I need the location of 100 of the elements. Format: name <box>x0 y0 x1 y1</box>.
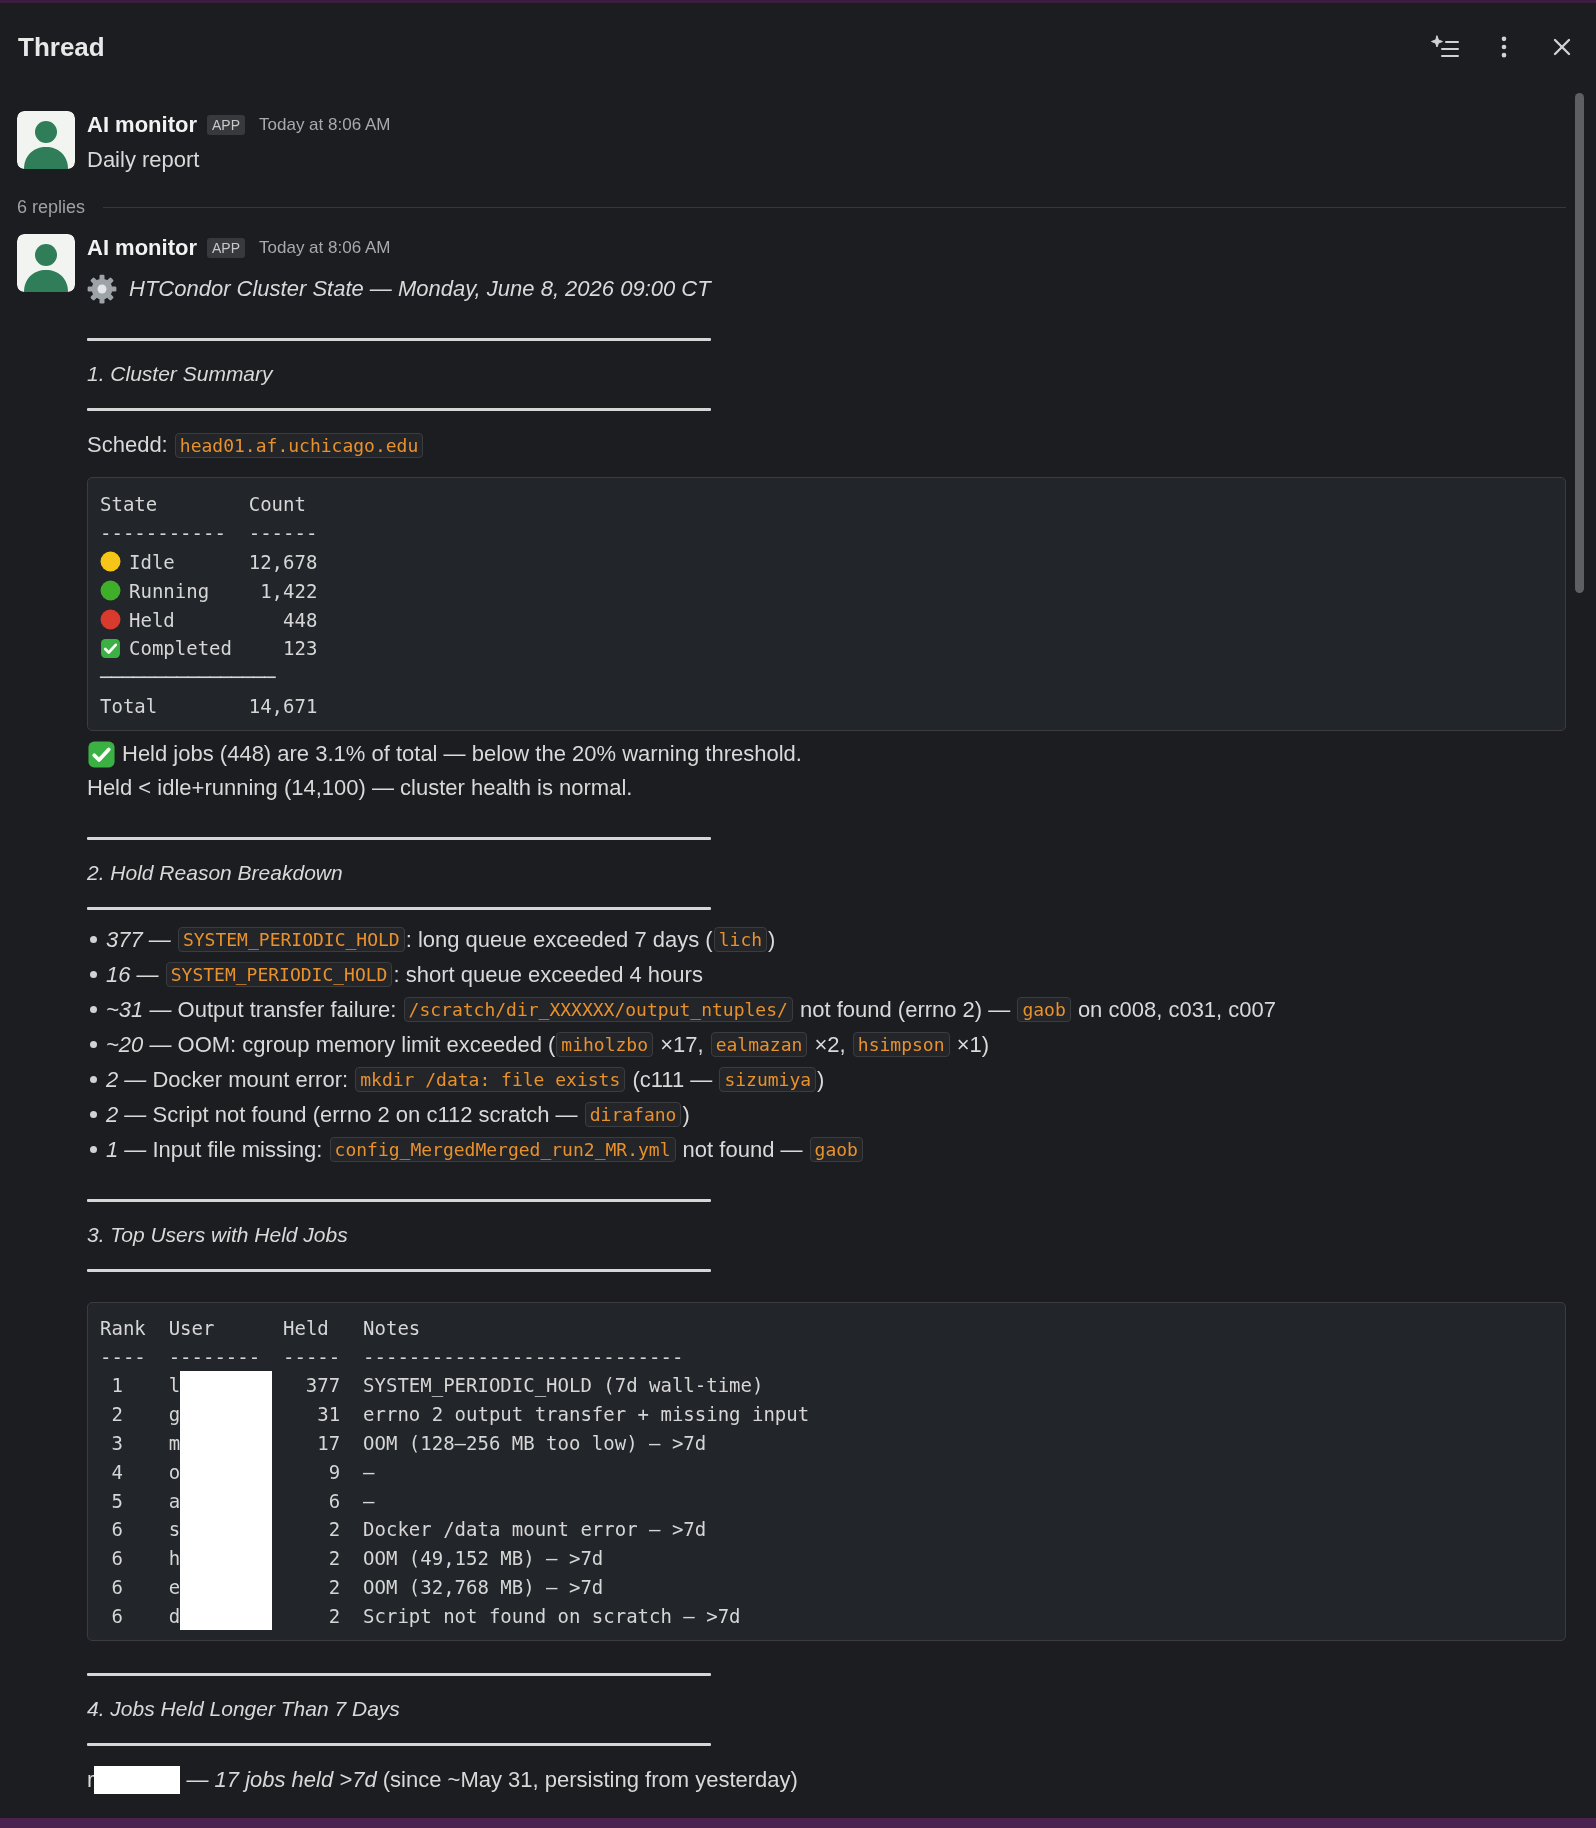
user-cell: o <box>168 1460 181 1483</box>
count-text: 16 — <box>106 961 160 988</box>
count-text: 2 — <box>106 1066 148 1093</box>
column-header: State <box>100 493 159 516</box>
replies-count[interactable]: 6 replies <box>17 197 86 218</box>
message-text: (since ~May 31, persisting from yesterday) <box>381 1767 798 1794</box>
message-text: OOM: cgroup memory limit exceeded ( <box>177 1031 556 1058</box>
column-header: Rank <box>100 1316 147 1339</box>
bullet-icon <box>90 1041 97 1049</box>
inline-code: SYSTEM_PERIODIC_HOLD <box>165 962 393 988</box>
gear-icon <box>87 274 117 304</box>
inline-code: lich <box>713 927 768 953</box>
user-cell: e <box>168 1575 181 1598</box>
user-cell: a <box>168 1489 181 1512</box>
column-header: Notes <box>363 1316 422 1339</box>
rank-cell-text: 5 <box>110 1489 124 1512</box>
timestamp[interactable]: Today at 8:06 AM <box>259 238 391 258</box>
bullet-icon <box>90 1146 97 1154</box>
held-cell-text: 2 <box>327 1604 341 1627</box>
message-text: on c008, c031, c007 <box>1076 996 1277 1023</box>
count-value: 14,671 <box>248 694 318 717</box>
section-heading: 4. Jobs Held Longer Than 7 Days <box>87 1696 401 1723</box>
state-label: Idle <box>129 551 175 573</box>
message-text: (c111 — <box>631 1066 714 1093</box>
held-cell-text: 377 <box>304 1374 341 1397</box>
timestamp[interactable]: Today at 8:06 AM <box>259 115 391 135</box>
inline-code: dirafano <box>584 1102 682 1128</box>
bullet-icon <box>90 971 97 979</box>
message-text: Output transfer failure: <box>177 996 398 1023</box>
notes-cell-text: OOM (128–256 MB too low) – >7d <box>363 1431 708 1454</box>
notes-cell-text: Script not found on scratch – >7d <box>363 1604 742 1627</box>
scrollbar[interactable] <box>1575 93 1584 593</box>
dash-rule: ----------- <box>100 522 227 545</box>
notes-cell-text: Docker /data mount error – >7d <box>363 1518 708 1541</box>
message-text: not found — <box>681 1136 804 1163</box>
app-badge: APP <box>207 115 245 135</box>
count-value: 448 <box>282 608 318 631</box>
notes-cell-text: OOM (49,152 MB) – >7d <box>363 1547 605 1570</box>
state-label: Completed <box>129 637 232 660</box>
held-cell-text: 2 <box>327 1575 341 1598</box>
state-label: Running <box>129 579 210 602</box>
dash-rule: ----- <box>283 1345 342 1368</box>
message-text: — 17 jobs held >7d <box>185 1767 377 1794</box>
message-text: ) <box>817 1066 825 1093</box>
user-cell: m <box>168 1431 181 1454</box>
count-text: 1 — <box>106 1136 148 1163</box>
count-text: ~31 — <box>106 996 173 1023</box>
section-heading: 3. Top Users with Held Jobs <box>87 1222 349 1249</box>
sparkle-list-icon[interactable] <box>1430 34 1460 60</box>
status-text: Held jobs (448) are 3.1% of total — below the 20% warning threshold. <box>122 741 802 768</box>
notes-cell-text: – <box>363 1460 376 1483</box>
section-heading: 2. Hold Reason Breakdown <box>87 860 344 887</box>
rank-cell-text: 6 <box>110 1604 124 1627</box>
message-text: ) <box>682 1101 690 1128</box>
notes-cell-text: SYSTEM_PERIODIC_HOLD (7d wall-time) <box>363 1374 765 1397</box>
avatar[interactable] <box>17 111 75 169</box>
author-name[interactable]: AI monitor <box>87 235 197 261</box>
inline-code: sizumiya <box>719 1067 817 1093</box>
bullet-icon <box>90 936 97 944</box>
rank-cell-text: 6 <box>110 1547 124 1570</box>
held-cell-text: 17 <box>316 1431 341 1454</box>
message-text: Input file missing: <box>152 1136 324 1163</box>
count-value: 1,422 <box>259 579 318 602</box>
held-cell-text: 31 <box>316 1403 341 1426</box>
avatar[interactable] <box>17 234 75 292</box>
inline-code: miholzbo <box>556 1032 654 1058</box>
app-badge: APP <box>207 238 245 258</box>
message-text: r <box>87 1767 95 1794</box>
message-text: Docker mount error: <box>152 1066 350 1093</box>
count-text: 377 — <box>106 926 172 953</box>
column-header: User <box>168 1316 216 1339</box>
user-cell: d <box>168 1604 181 1627</box>
checkmark-icon <box>87 739 116 769</box>
notes-cell-text: – <box>363 1489 376 1512</box>
inline-code: mkdir /data: file exists <box>355 1067 626 1093</box>
panel-title: Thread <box>18 31 105 63</box>
notes-cell-text: errno 2 output transfer + missing input <box>363 1403 811 1426</box>
held-cell-text: 6 <box>327 1489 341 1512</box>
author-name[interactable]: AI monitor <box>87 112 197 138</box>
held-cell-text: 2 <box>327 1518 341 1541</box>
message-text: Schedd: <box>87 432 169 458</box>
user-cell: h <box>168 1547 181 1570</box>
held-cell-text: 2 <box>327 1547 341 1570</box>
checkmark-icon <box>100 637 121 659</box>
bullet-icon <box>90 1006 97 1014</box>
dash-rule: ---- <box>100 1345 147 1368</box>
inline-code: gaob <box>809 1137 863 1163</box>
message-text: Daily report <box>87 147 201 173</box>
user-cell: l <box>168 1374 181 1397</box>
message-text: ×17, <box>659 1031 705 1058</box>
rank-cell-text: 6 <box>110 1518 124 1541</box>
dash-rule: -------- <box>168 1345 262 1368</box>
rank-cell-text: 1 <box>110 1374 124 1397</box>
column-header: Count <box>248 493 307 516</box>
inline-code: gaob <box>1017 997 1071 1023</box>
count-value: 123 <box>282 637 318 660</box>
report-title: HTCondor Cluster State — Monday, June 8, 2026 09:00 CT <box>129 276 711 302</box>
section-heading: 1. Cluster Summary <box>87 361 275 387</box>
inline-code: config_MergedMerged_run2_MR.yml <box>329 1137 676 1163</box>
rank-cell-text: 2 <box>110 1403 124 1426</box>
